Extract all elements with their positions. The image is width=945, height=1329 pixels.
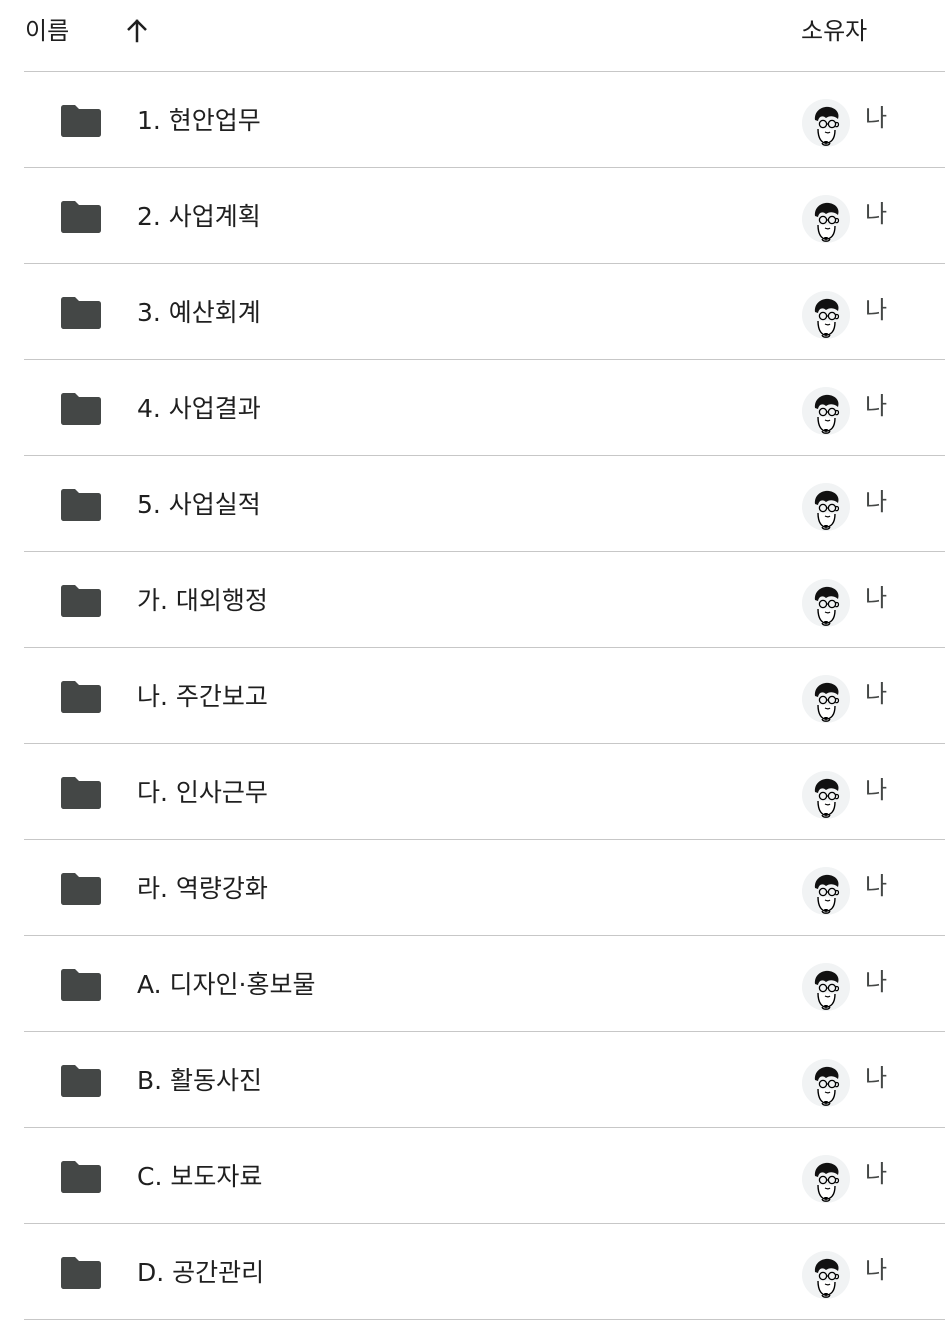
folder-name: 2. 사업계획 — [137, 202, 261, 231]
folder-name: 3. 예산회계 — [137, 298, 261, 327]
folder-row[interactable]: 3. 예산회계 나 — [24, 264, 945, 360]
owner-name: 나 — [865, 392, 888, 420]
folder-icon — [61, 777, 101, 809]
owner-avatar — [802, 291, 850, 339]
folder-row[interactable]: 2. 사업계획 나 — [24, 168, 945, 264]
avatar-icon — [802, 291, 850, 339]
avatar-icon — [802, 483, 850, 531]
arrow-up-icon[interactable] — [122, 16, 152, 46]
file-list: 이름 소유자 1. 현안업무 나 2. 사업계획 나 3. 예산회계 나 4. … — [24, 0, 945, 1320]
avatar-icon — [802, 675, 850, 723]
folder-icon — [61, 201, 101, 233]
rows-container: 1. 현안업무 나 2. 사업계획 나 3. 예산회계 나 4. 사업결과 나 … — [24, 72, 945, 1320]
folder-row[interactable]: 1. 현안업무 나 — [24, 72, 945, 168]
folder-row[interactable]: 나. 주간보고 나 — [24, 648, 945, 744]
avatar-icon — [802, 1155, 850, 1203]
owner-avatar — [802, 483, 850, 531]
folder-icon — [61, 1257, 101, 1289]
folder-name: 4. 사업결과 — [137, 394, 261, 423]
avatar-icon — [802, 99, 850, 147]
folder-name: C. 보도자료 — [137, 1162, 263, 1191]
folder-row[interactable]: A. 디자인·홍보물 나 — [24, 936, 945, 1032]
folder-icon — [61, 873, 101, 905]
owner-avatar — [802, 1155, 850, 1203]
avatar-icon — [802, 1251, 850, 1299]
folder-icon — [61, 105, 101, 137]
owner-name: 나 — [865, 296, 888, 324]
owner-avatar — [802, 771, 850, 819]
owner-avatar — [802, 99, 850, 147]
owner-avatar — [802, 1059, 850, 1107]
folder-row[interactable]: D. 공간관리 나 — [24, 1224, 945, 1320]
name-column-header[interactable]: 이름 — [25, 14, 69, 48]
owner-name: 나 — [865, 488, 888, 516]
folder-name: 다. 인사근무 — [137, 778, 268, 807]
folder-name: 1. 현안업무 — [137, 106, 261, 135]
folder-name: A. 디자인·홍보물 — [137, 970, 316, 999]
owner-name: 나 — [865, 872, 888, 900]
folder-row[interactable]: 4. 사업결과 나 — [24, 360, 945, 456]
folder-icon — [61, 393, 101, 425]
folder-row[interactable]: 가. 대외행정 나 — [24, 552, 945, 648]
owner-avatar — [802, 195, 850, 243]
folder-icon — [61, 969, 101, 1001]
owner-column-header: 소유자 — [801, 17, 868, 45]
avatar-icon — [802, 195, 850, 243]
folder-icon — [61, 1065, 101, 1097]
folder-icon — [61, 1161, 101, 1193]
owner-avatar — [802, 1251, 850, 1299]
folder-name: D. 공간관리 — [137, 1258, 265, 1287]
folder-row[interactable]: 라. 역량강화 나 — [24, 840, 945, 936]
owner-name: 나 — [865, 680, 888, 708]
folder-row[interactable]: C. 보도자료 나 — [24, 1128, 945, 1224]
avatar-icon — [802, 963, 850, 1011]
owner-avatar — [802, 579, 850, 627]
owner-name: 나 — [865, 1160, 888, 1188]
folder-name: 가. 대외행정 — [137, 586, 268, 615]
owner-avatar — [802, 675, 850, 723]
owner-name: 나 — [865, 104, 888, 132]
owner-avatar — [802, 387, 850, 435]
owner-name: 나 — [865, 1064, 888, 1092]
owner-avatar — [802, 867, 850, 915]
folder-icon — [61, 681, 101, 713]
folder-name: 나. 주간보고 — [137, 682, 268, 711]
avatar-icon — [802, 579, 850, 627]
folder-row[interactable]: B. 활동사진 나 — [24, 1032, 945, 1128]
folder-name: B. 활동사진 — [137, 1066, 263, 1095]
folder-name: 라. 역량강화 — [137, 874, 268, 903]
folder-icon — [61, 297, 101, 329]
owner-name: 나 — [865, 584, 888, 612]
owner-avatar — [802, 963, 850, 1011]
avatar-icon — [802, 1059, 850, 1107]
owner-name: 나 — [865, 968, 888, 996]
owner-name: 나 — [865, 776, 888, 804]
owner-name: 나 — [865, 200, 888, 228]
folder-row[interactable]: 다. 인사근무 나 — [24, 744, 945, 840]
folder-icon — [61, 585, 101, 617]
owner-name: 나 — [865, 1256, 888, 1284]
avatar-icon — [802, 867, 850, 915]
list-header: 이름 소유자 — [24, 0, 945, 72]
folder-row[interactable]: 5. 사업실적 나 — [24, 456, 945, 552]
avatar-icon — [802, 771, 850, 819]
folder-icon — [61, 489, 101, 521]
avatar-icon — [802, 387, 850, 435]
folder-name: 5. 사업실적 — [137, 490, 261, 519]
